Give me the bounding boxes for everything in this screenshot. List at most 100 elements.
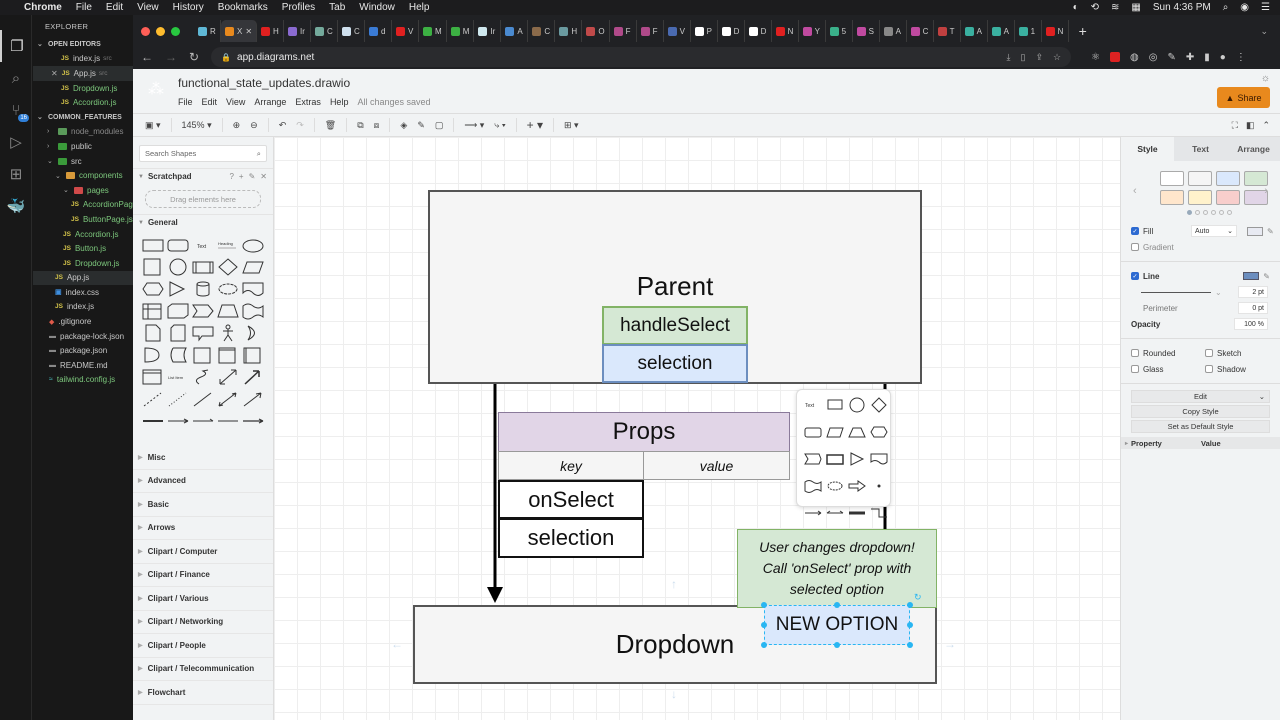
shape-category[interactable]: ▶ Clipart / Various [133,587,273,611]
menubar-item-window[interactable]: Window [359,2,395,13]
add-icon[interactable]: + [239,172,244,181]
share-page-icon[interactable]: ⇪ [1035,52,1043,63]
browser-tab[interactable]: Ir [474,20,502,42]
browser-tab[interactable]: T [934,20,961,42]
hover-arrow-down-icon[interactable]: ↓ [671,687,677,701]
diagram-canvas[interactable]: Parent handleSelect selection Props key … [274,137,1120,720]
file-tree-item[interactable]: JSAccordionPage.js [33,198,133,213]
shape-category[interactable]: ▶ Basic [133,493,273,517]
quick-shape[interactable] [869,504,889,527]
close-editor-icon[interactable]: ✕ [51,69,58,78]
shape-template[interactable] [241,324,265,342]
quick-shape[interactable]: Text [803,396,823,419]
quick-shape[interactable] [803,450,823,473]
props-title[interactable]: Props [498,412,790,452]
drawio-menu-help[interactable]: Help [330,97,349,107]
quick-shape[interactable] [847,450,867,473]
open-editor-item[interactable]: ✕ JS App.js src [33,66,133,81]
shape-template[interactable] [141,280,165,298]
browser-tab[interactable]: V [392,20,420,42]
browser-tab[interactable]: N [772,20,799,42]
format-panel-icon[interactable]: ◧ [1246,120,1255,131]
shape-template[interactable] [241,236,265,254]
browser-tab[interactable]: C [907,20,934,42]
close-window-button[interactable] [141,26,150,36]
open-editor-item[interactable]: JS index.js src [33,52,133,67]
quick-shape[interactable] [847,477,867,500]
browser-tab[interactable]: H [257,20,285,42]
file-tree-item[interactable]: ▬ README.md [33,358,133,373]
search-icon[interactable]: ⌕ [0,62,32,94]
browser-tab[interactable]: F [610,20,637,42]
shape-category[interactable]: ▶ Clipart / Telecommunication [133,658,273,681]
shape-category[interactable]: ▶ Clipart / Networking [133,611,273,634]
quick-shape[interactable] [869,450,889,473]
prop-key-selection[interactable]: selection [498,518,644,558]
search-shapes-input[interactable]: Search Shapes ⌕ [139,145,267,162]
shape-category[interactable]: ▶ Advanced [133,470,273,493]
shape-template[interactable] [216,302,240,320]
project-header[interactable]: ⌄ COMMON_FEATURES [33,110,133,125]
drawio-menu-extras[interactable]: Extras [295,97,321,107]
shape-template[interactable] [216,258,240,276]
source-control-icon[interactable]: ⑂ 16 [0,94,32,126]
close-tab-icon[interactable]: ✕ [245,27,252,36]
shape-template[interactable] [166,390,190,408]
file-tree-item[interactable]: › public [33,139,133,154]
quick-shape[interactable] [803,423,823,446]
drawio-menu-arrange[interactable]: Arrange [254,97,286,107]
shape-template[interactable] [191,412,215,430]
shape-template[interactable] [166,412,190,430]
file-tree-item[interactable]: ⌄ src [33,154,133,169]
shape-template[interactable] [141,302,165,320]
menubar-item-file[interactable]: File [76,2,92,13]
minimize-window-button[interactable] [156,26,165,36]
style-swatch[interactable] [1188,190,1212,205]
menubar-item-help[interactable]: Help [409,2,430,13]
quick-shape[interactable] [803,477,823,500]
install-icon[interactable]: ⤓ [1007,52,1011,63]
file-tree-item[interactable]: ⌄ pages [33,183,133,198]
perimeter-input[interactable]: 0 pt [1238,302,1268,314]
edit-dropdown-button[interactable]: Edit ⌄ [1131,390,1270,403]
shape-template[interactable] [141,390,165,408]
quick-shape[interactable] [825,450,845,473]
react-devtools-icon[interactable]: ⚛ [1091,52,1100,63]
to-back-icon[interactable]: ⧈ [374,120,380,131]
collapse-icon[interactable]: ⌃ [1262,120,1270,131]
new-option-box[interactable]: NEW OPTION [764,605,910,645]
shape-template[interactable] [141,236,165,254]
bookmark-star-icon[interactable]: ☆ [1053,52,1061,63]
browser-tab[interactable]: P [691,20,718,42]
theme-icon[interactable]: ☼ [1261,73,1270,84]
handle-select-box[interactable]: handleSelect [602,306,748,345]
shape-category[interactable]: ▶ Flowchart [133,681,273,705]
format-tab-arrange[interactable]: Arrange [1227,137,1280,161]
menubar-item-bookmarks[interactable]: Bookmarks [218,2,268,13]
menubar-item-view[interactable]: View [137,2,159,13]
shape-template[interactable]: List Item [166,368,190,386]
resize-handle[interactable] [834,642,840,648]
line-checkbox[interactable]: ✓ [1131,272,1139,280]
browser-tab[interactable]: D [718,20,745,42]
reload-button[interactable]: ↻ [189,50,199,64]
open-editor-item[interactable]: JS Dropdown.js [33,81,133,96]
scratchpad-header[interactable]: ▼ Scratchpad ? + ✎ ✕ [133,168,273,184]
share-button[interactable]: ▲ Share [1217,87,1270,108]
shape-template[interactable] [216,368,240,386]
delete-icon[interactable]: 🗑 [325,120,336,131]
zoom-select[interactable]: 145% ▾ [182,120,212,131]
shape-template[interactable] [141,412,165,430]
open-editors-header[interactable]: ⌄ OPEN EDITORS [33,37,133,52]
browser-tab[interactable]: M [447,20,475,42]
shape-template[interactable] [241,302,265,320]
quick-shape[interactable] [825,396,845,419]
menubar-item-edit[interactable]: Edit [106,2,123,13]
puzzle-icon[interactable]: ✚ [1186,52,1194,63]
shape-category[interactable]: ▶ Arrows [133,517,273,540]
file-tree-item[interactable]: ▣ index.css [33,285,133,300]
back-button[interactable]: ← [141,50,153,64]
fill-checkbox[interactable]: ✓ [1131,227,1139,235]
shape-template[interactable] [166,258,190,276]
page-icon[interactable]: ▯ [1020,52,1025,63]
